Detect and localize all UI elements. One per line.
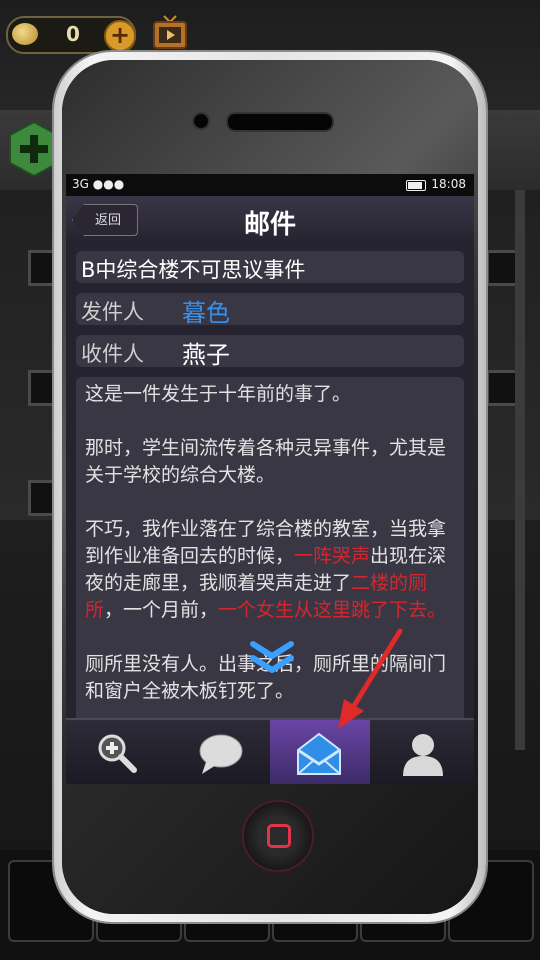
tab-search[interactable] (68, 720, 168, 784)
subject-row: B中综合楼不可思议事件 (76, 251, 464, 283)
sender-label: 发件人 (81, 300, 144, 324)
scroll-down-icon[interactable] (250, 640, 294, 676)
tab-bar (66, 718, 474, 784)
receiver-name: 燕子 (182, 341, 230, 369)
receiver-label: 收件人 (81, 342, 144, 366)
magnifier-plus-icon (98, 734, 137, 773)
text-run: ，一个月前， (104, 599, 219, 621)
highlight-text: 一阵哭声 (294, 545, 371, 567)
coin-value: 0 (66, 22, 80, 46)
clock: 18:08 (431, 177, 466, 191)
chat-bubble-icon (199, 734, 243, 774)
mail-subject: B中综合楼不可思议事件 (81, 258, 306, 282)
status-bar: 3G ●●● 18:08 (66, 174, 474, 196)
paragraph: 不巧，我作业落在了综合楼的教室，当我拿到作业准备回去的时候，一阵哭声出现在深夜的… (85, 516, 461, 624)
add-coins-button[interactable]: + (104, 20, 136, 52)
phone-screen: 3G ●●● 18:08 邮件 返回 B中综合楼不可思议事件 发件人 暮色 收件… (66, 174, 474, 784)
speaker-icon (226, 112, 334, 132)
highlight-text: 一个女生从这里跳了下去。 (218, 599, 447, 621)
sender-row: 发件人 暮色 (76, 293, 464, 327)
person-icon (403, 734, 443, 776)
coin-icon (12, 23, 38, 45)
sender-name: 暮色 (182, 299, 230, 327)
battery-icon (406, 180, 426, 191)
receiver-row: 收件人 燕子 (76, 335, 464, 369)
paragraph: 这是一件发生于十年前的事了。 (85, 383, 352, 405)
home-icon (267, 824, 291, 848)
video-ad-icon[interactable] (152, 14, 188, 50)
tab-chat[interactable] (170, 720, 270, 784)
mail-envelope-icon (297, 732, 341, 775)
paragraph: 那时，学生间流传着各种灵异事件，尤其是关于学校的综合大楼。 (85, 437, 447, 486)
home-button[interactable] (242, 800, 314, 872)
nav-bar: 邮件 返回 (66, 196, 474, 247)
back-button[interactable]: 返回 (72, 204, 138, 236)
background-pipe (515, 190, 525, 750)
network-status: 3G ●●● (72, 177, 125, 191)
tutorial-arrow-icon (338, 628, 403, 729)
coin-counter: 0 + (6, 16, 136, 54)
camera-icon (192, 112, 210, 130)
